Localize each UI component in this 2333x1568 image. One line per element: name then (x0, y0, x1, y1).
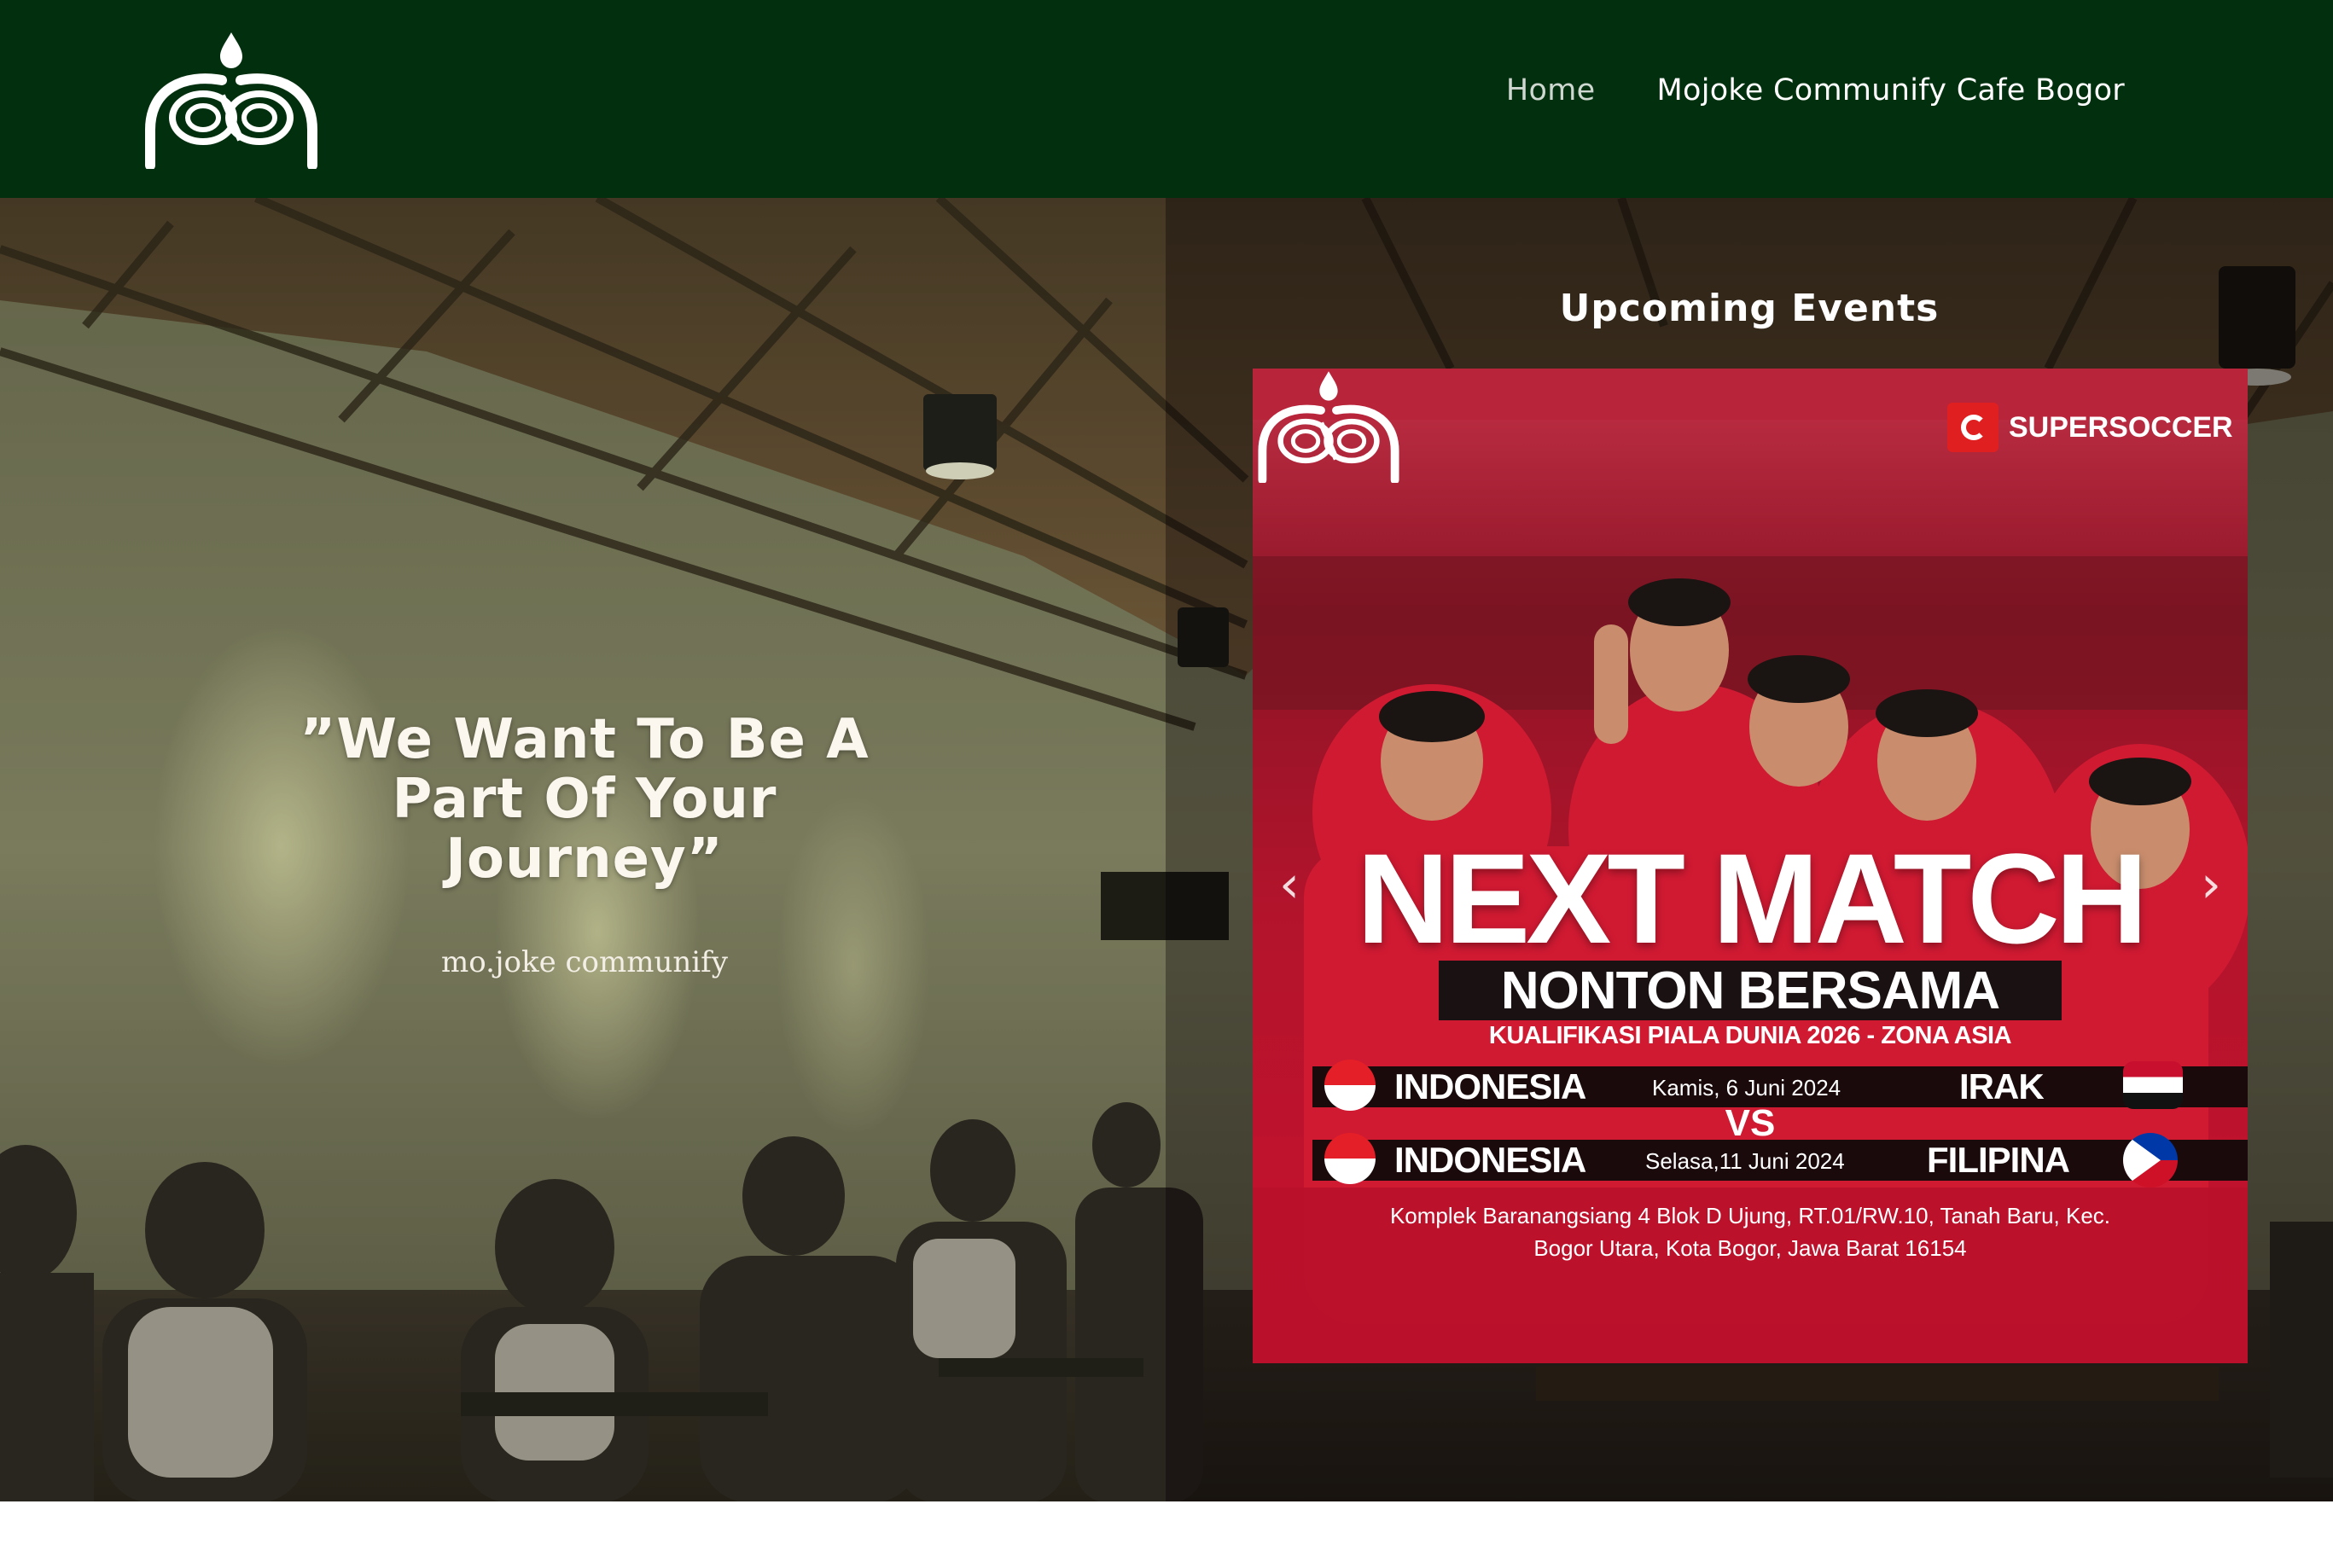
poster-headline: NEXT MATCH (1356, 827, 2148, 970)
hero-tagline: mo.joke communify (441, 945, 728, 979)
poster-subheadline: NONTON BERSAMA (1500, 961, 2000, 1020)
hero-section: ”We Want To Be A Part Of Your Journey” m… (0, 198, 2333, 1501)
supersoccer-icon (1947, 403, 1998, 452)
site-header: Home Mojoke Communify Cafe Bogor (0, 0, 2333, 198)
nav-cafe-link[interactable]: Mojoke Communify Cafe Bogor (1656, 73, 2125, 107)
match-2-away: FILIPINA (1927, 1140, 2070, 1180)
match-1-home: INDONESIA (1394, 1066, 1586, 1106)
match-1-date: Kamis, 6 Juni 2024 (1652, 1075, 1841, 1101)
poster-vs: VS (1725, 1102, 1776, 1144)
match-2-home: INDONESIA (1394, 1140, 1586, 1180)
indonesia-flag-icon (1324, 1133, 1376, 1184)
main-nav: Home Mojoke Communify Cafe Bogor (1506, 73, 2125, 107)
match-2-date: Selasa,11 Juni 2024 (1645, 1148, 1845, 1174)
address-line-2: Bogor Utara, Kota Bogor, Jawa Barat 1615… (1533, 1235, 1967, 1261)
poster-competition: KUALIFIKASI PIALA DUNIA 2026 - ZONA ASIA (1488, 1022, 2012, 1049)
philippines-flag-icon (2123, 1133, 2178, 1188)
address-line-1: Komplek Baranangsiang 4 Blok D Ujung, RT… (1389, 1203, 2111, 1228)
chevron-left-icon[interactable]: ‹ (1268, 846, 1311, 923)
hero-quote: ”We Want To Be A Part Of Your Journey” (300, 708, 870, 891)
nav-home-link[interactable]: Home (1506, 73, 1596, 107)
event-address: Komplek Baranangsiang 4 Blok D Ujung, RT… (1355, 1199, 2145, 1264)
chevron-right-icon[interactable]: › (2190, 846, 2232, 923)
supersoccer-label: SUPERSOCCER (2009, 410, 2233, 444)
match-1-away: IRAK (1959, 1066, 2045, 1106)
mojoke-logo[interactable] (140, 29, 323, 169)
mojoke-poster-logo (1258, 371, 1399, 483)
event-poster-carousel[interactable]: SUPERSOCCER NEXT MATCH NONTON BERSAMA KU… (1253, 369, 2248, 1363)
upcoming-events-title: Upcoming Events (1559, 287, 1940, 330)
supersoccer-badge: SUPERSOCCER (1947, 403, 2233, 452)
